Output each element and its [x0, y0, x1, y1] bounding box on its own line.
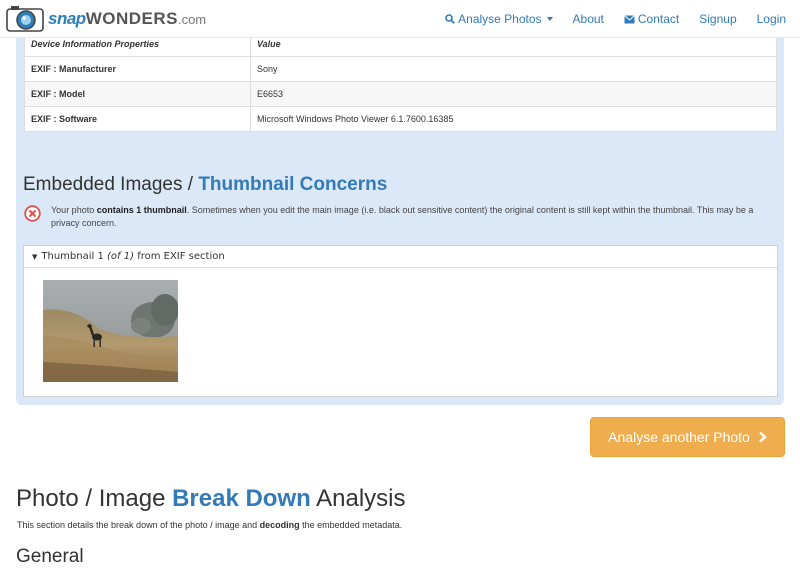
button-label: Analyse another Photo — [608, 429, 750, 445]
nav-signup[interactable]: Signup — [699, 12, 736, 26]
thumbnail-warning-text: Your photo contains 1 thumbnail. Sometim… — [51, 204, 777, 230]
thumbnail-toggle[interactable]: ▼ Thumbnail 1 (of 1) from EXIF section — [24, 246, 777, 268]
camera-logo-icon — [6, 6, 44, 32]
table-row: EXIF : Model E6653 — [24, 81, 777, 107]
breakdown-highlight: Break Down — [172, 485, 311, 512]
table-cell-value: Sony — [250, 56, 777, 82]
nav-login[interactable]: Login — [757, 12, 786, 26]
table-row: EXIF : Manufacturer Sony — [24, 56, 777, 82]
table-row: EXIF : Software Microsoft Windows Photo … — [24, 106, 777, 132]
error-circle-icon — [24, 205, 41, 222]
nav-analyse-label: Analyse Photos — [458, 12, 542, 26]
envelope-icon — [624, 14, 635, 24]
desc-bold: decoding — [259, 520, 300, 530]
breakdown-plain-1: Photo / Image — [16, 485, 173, 512]
logo-com-text: .com — [177, 11, 207, 27]
heading-highlight-text: Thumbnail Concerns — [198, 174, 388, 195]
nav-contact[interactable]: Contact — [624, 12, 679, 26]
logo-snap-text: snap — [48, 8, 86, 28]
chevron-right-icon — [758, 431, 767, 443]
breakdown-plain-2: Analysis — [310, 485, 406, 512]
device-info-table: Device Information Properties Value EXIF… — [24, 31, 777, 132]
warning-bold: contains 1 thumbnail — [96, 205, 187, 215]
thumbnail-panel: ▼ Thumbnail 1 (of 1) from EXIF section — [23, 245, 778, 397]
thumbnail-count: (of 1) — [107, 251, 134, 262]
heading-plain-text: Embedded Images / — [23, 174, 199, 195]
thumbnail-image — [43, 280, 178, 382]
caret-down-icon: ▼ — [32, 252, 38, 261]
nav-analyse-photos[interactable]: Analyse Photos — [445, 12, 553, 26]
desc-suffix: the embedded metadata. — [299, 520, 403, 530]
table-cell-value: Microsoft Windows Photo Viewer 6.1.7600.… — [250, 106, 777, 132]
embedded-images-heading: Embedded Images / Thumbnail Concerns — [23, 174, 387, 196]
table-cell-value: E6653 — [250, 81, 777, 107]
chevron-down-icon — [546, 17, 553, 21]
logo-wonders-text: WONDERS — [85, 8, 178, 28]
thumbnail-label: Thumbnail 1 — [41, 251, 104, 262]
top-navbar: snap WONDERS .com Analyse Photos About Con… — [0, 0, 800, 38]
table-cell-key: EXIF : Model — [24, 81, 251, 107]
table-cell-key: EXIF : Software — [24, 106, 251, 132]
site-logo[interactable]: snap WONDERS .com — [6, 3, 206, 33]
thumbnail-source: from EXIF section — [137, 251, 225, 262]
desc-prefix: This section details the break down of t… — [17, 520, 260, 530]
table-cell-key: EXIF : Manufacturer — [24, 56, 251, 82]
general-heading: General — [16, 546, 84, 567]
breakdown-heading: Photo / Image Break Down Analysis — [16, 485, 406, 513]
breakdown-description: This section details the break down of t… — [17, 520, 402, 530]
warning-prefix: Your photo — [51, 205, 97, 215]
analyse-another-photo-button[interactable]: Analyse another Photo — [590, 417, 785, 457]
nav-contact-label: Contact — [637, 12, 680, 26]
nav-about[interactable]: About — [573, 12, 604, 26]
search-icon — [445, 14, 456, 24]
